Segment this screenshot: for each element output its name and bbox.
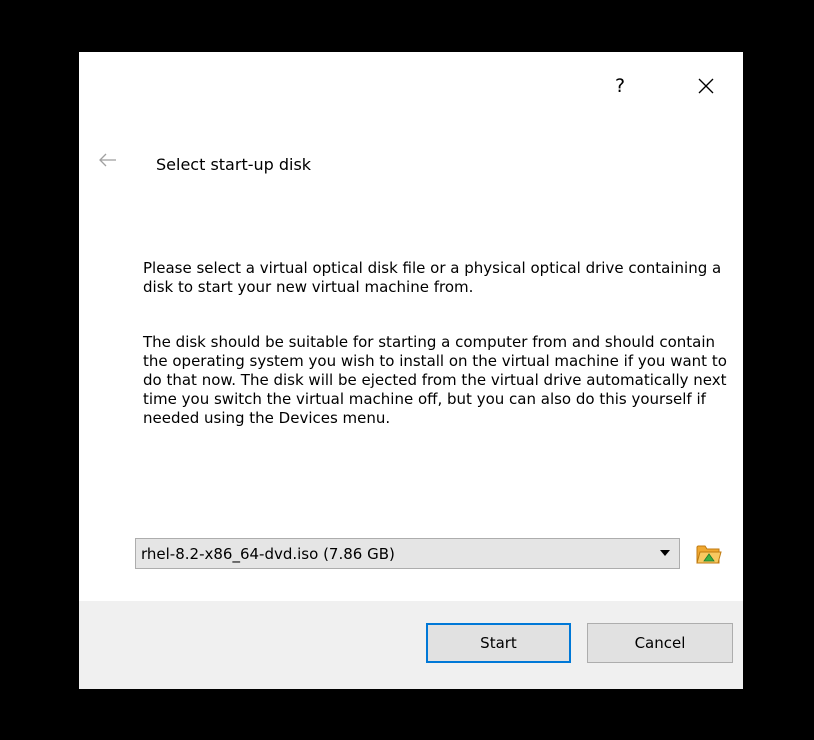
title-bar: ? <box>79 52 743 112</box>
description-text: Please select a virtual optical disk fil… <box>143 259 722 296</box>
folder-open-icon <box>696 545 722 564</box>
disk-select-dropdown[interactable]: rhel-8.2-x86_64-dvd.iso (7.86 GB) <box>135 538 680 569</box>
chevron-down-icon <box>660 550 670 556</box>
close-icon <box>698 78 714 94</box>
start-button[interactable]: Start <box>426 623 571 663</box>
start-disk-dialog: ? Select start-up disk Please select a v… <box>79 52 743 689</box>
back-button[interactable] <box>95 150 121 170</box>
disk-select-value: rhel-8.2-x86_64-dvd.iso (7.86 GB) <box>141 545 395 563</box>
close-button[interactable] <box>689 69 723 103</box>
cancel-button[interactable]: Cancel <box>587 623 733 663</box>
page-title: Select start-up disk <box>156 155 312 174</box>
choose-disk-file-button[interactable] <box>692 539 726 569</box>
dialog-footer: Start Cancel <box>79 601 743 689</box>
back-arrow-icon <box>99 153 116 167</box>
help-button[interactable]: ? <box>603 69 637 103</box>
description-text-detail: The disk should be suitable for starting… <box>143 333 727 427</box>
